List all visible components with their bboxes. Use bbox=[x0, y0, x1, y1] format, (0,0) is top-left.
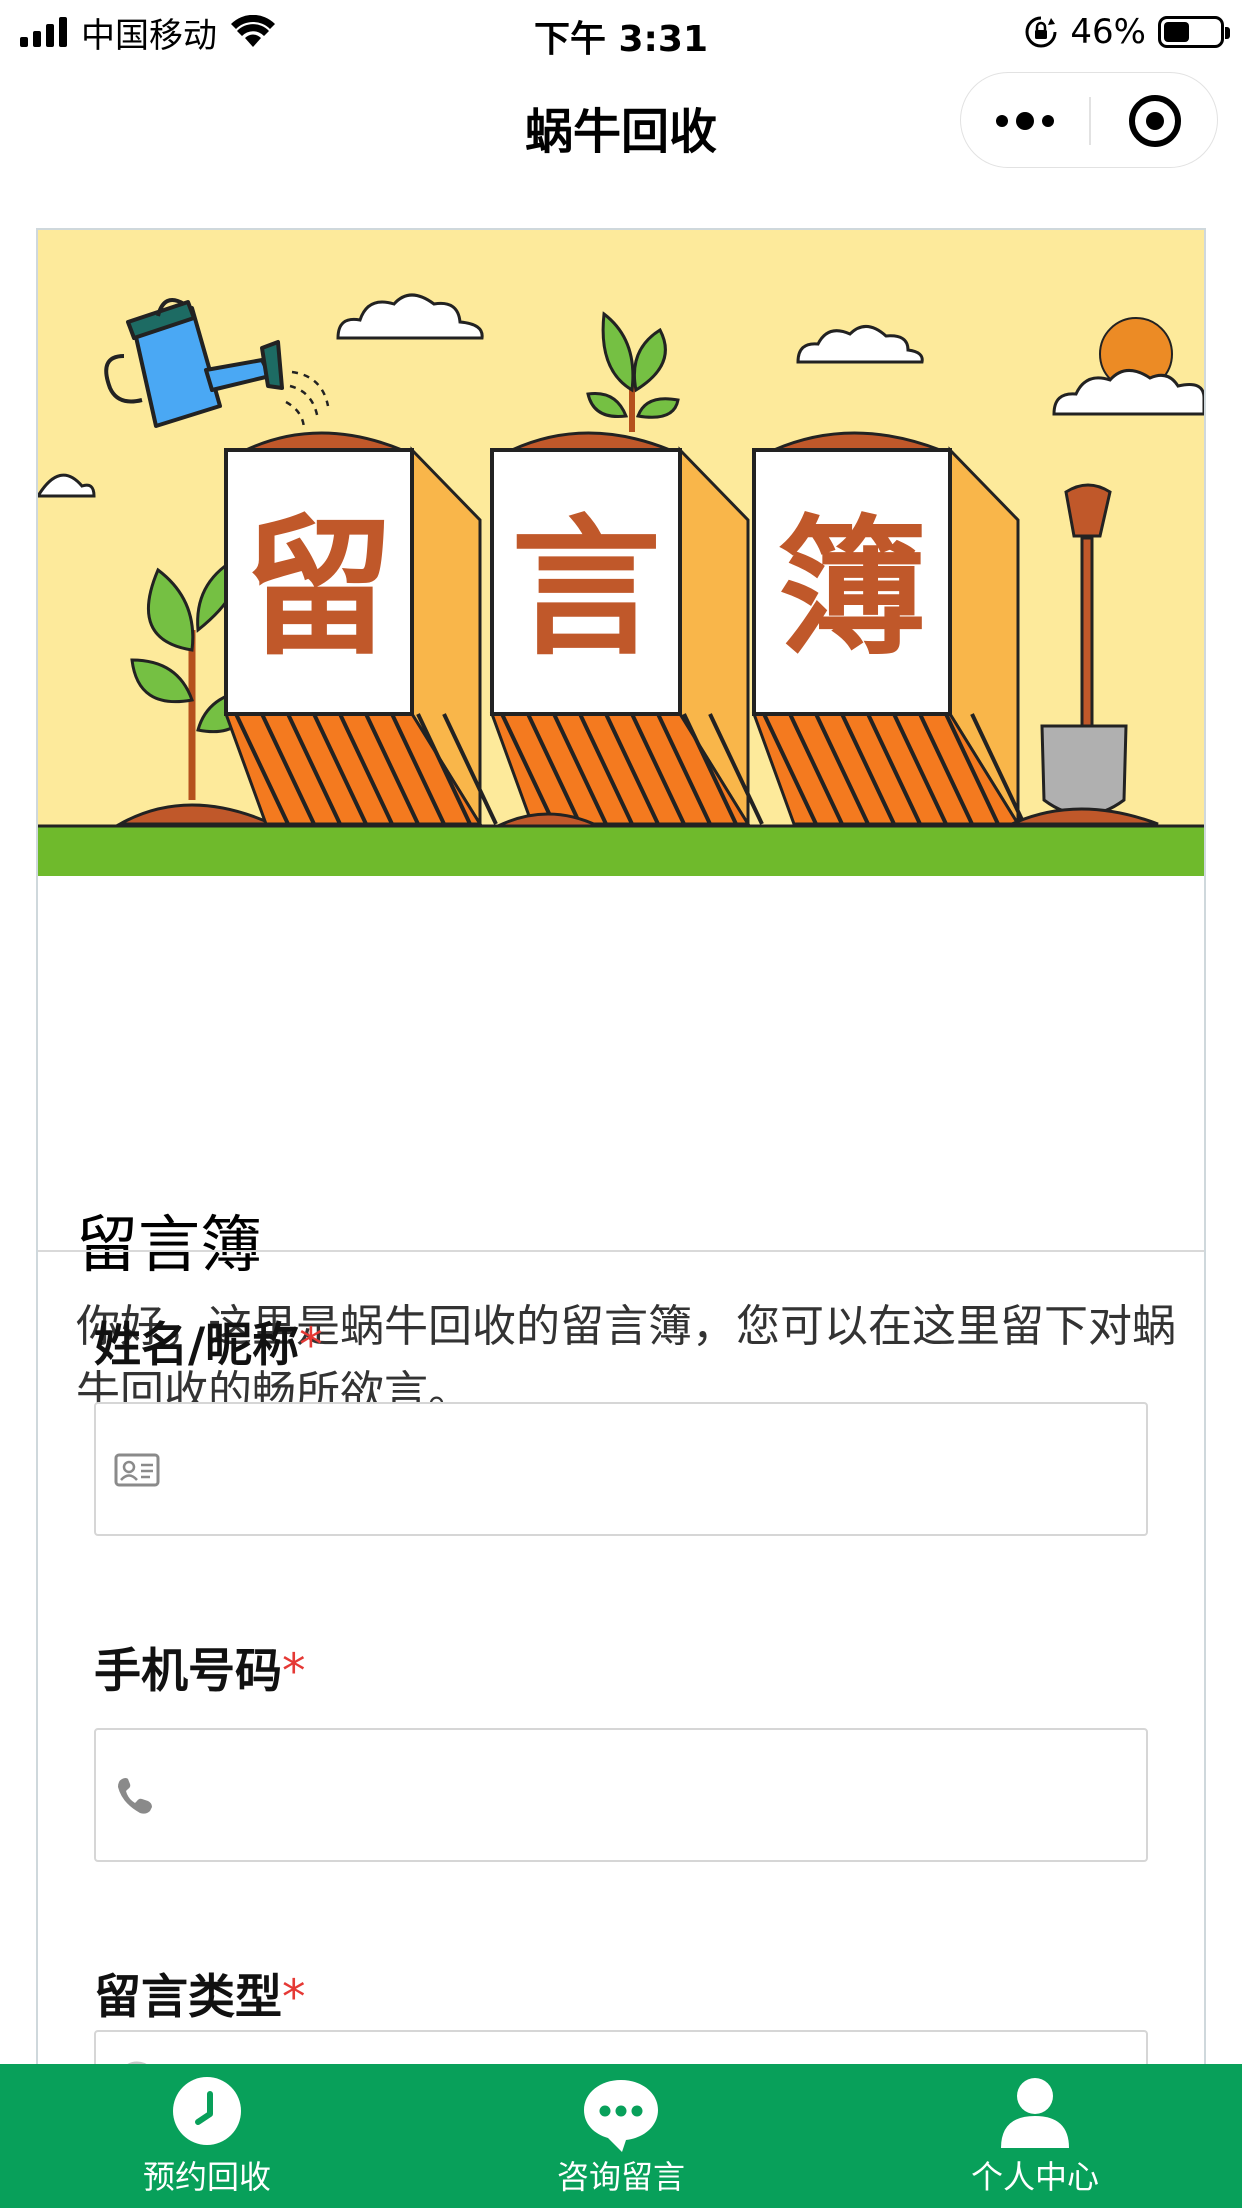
required-mark: * bbox=[282, 1970, 306, 2025]
tab-book-recycling[interactable]: 预约回收 bbox=[0, 2064, 414, 2208]
app-screen: 中国移动 下午 3:31 46% 蜗牛回收 留 言 簿 留言簿 你好，这里是蜗牛… bbox=[0, 0, 1242, 2208]
clock-icon bbox=[173, 2077, 241, 2145]
battery-percent: 46% bbox=[1070, 12, 1146, 52]
required-mark: * bbox=[299, 1318, 323, 1373]
name-label-text: 姓名/昵称 bbox=[94, 1318, 300, 1373]
id-card-icon bbox=[114, 1453, 160, 1487]
battery-fill bbox=[1164, 22, 1189, 42]
banner-char: 留 bbox=[244, 502, 394, 676]
banner-block: 簿 bbox=[751, 431, 1026, 830]
guestbook-banner: 留言簿 bbox=[38, 230, 1204, 876]
tab-label: 咨询留言 bbox=[556, 2158, 685, 2196]
banner-char: 簿 bbox=[777, 502, 927, 676]
phone-input-box[interactable] bbox=[94, 1728, 1148, 1862]
intro-section: 留言簿 你好，这里是蜗牛回收的留言簿，您可以在这里留下对蜗牛回收的畅所欲言。 bbox=[38, 876, 1204, 1480]
nav-bar: 蜗牛回收 bbox=[0, 62, 1242, 180]
name-field-label: 姓名/昵称* bbox=[94, 1306, 323, 1375]
phone-label-text: 手机号码 bbox=[94, 1644, 282, 1699]
tab-label: 个人中心 bbox=[970, 2158, 1099, 2196]
name-input[interactable] bbox=[186, 1404, 1126, 1534]
orientation-lock-icon bbox=[1025, 16, 1057, 48]
banner-char: 言 bbox=[511, 502, 661, 676]
tab-bar: 预约回收 咨询留言 个人中心 bbox=[0, 2064, 1242, 2208]
battery-icon bbox=[1158, 16, 1230, 48]
name-input-box[interactable] bbox=[94, 1402, 1148, 1536]
status-bar: 中国移动 下午 3:31 46% bbox=[0, 0, 1242, 62]
chat-bubble-icon bbox=[584, 2080, 658, 2152]
miniprogram-capsule bbox=[960, 72, 1218, 168]
section-divider bbox=[38, 1250, 1204, 1252]
intro-title: 留言簿 bbox=[76, 1208, 263, 1281]
guestbook-card: 留言簿 留言簿 你好，这里是蜗牛回收的留言簿，您可以在这里留下对蜗牛回收的畅所欲… bbox=[36, 228, 1206, 2208]
phone-field-label: 手机号码* bbox=[94, 1632, 306, 1701]
banner-block: 言 bbox=[489, 431, 764, 830]
target-icon bbox=[1128, 95, 1181, 147]
more-menu-button[interactable] bbox=[961, 73, 1089, 169]
close-miniprogram-button[interactable] bbox=[1090, 73, 1219, 169]
status-right: 46% bbox=[1024, 10, 1230, 54]
person-icon bbox=[1001, 2078, 1069, 2148]
type-label-text: 留言类型 bbox=[94, 1970, 282, 2025]
tab-personal-center[interactable]: 个人中心 bbox=[828, 2064, 1242, 2208]
required-mark: * bbox=[282, 1644, 306, 1699]
phone-input[interactable] bbox=[186, 1730, 1126, 1860]
tab-consult-message[interactable]: 咨询留言 bbox=[414, 2064, 828, 2208]
phone-icon bbox=[118, 1778, 152, 1814]
message-type-label: 留言类型* bbox=[94, 1958, 306, 2027]
tab-label: 预约回收 bbox=[142, 2158, 271, 2196]
